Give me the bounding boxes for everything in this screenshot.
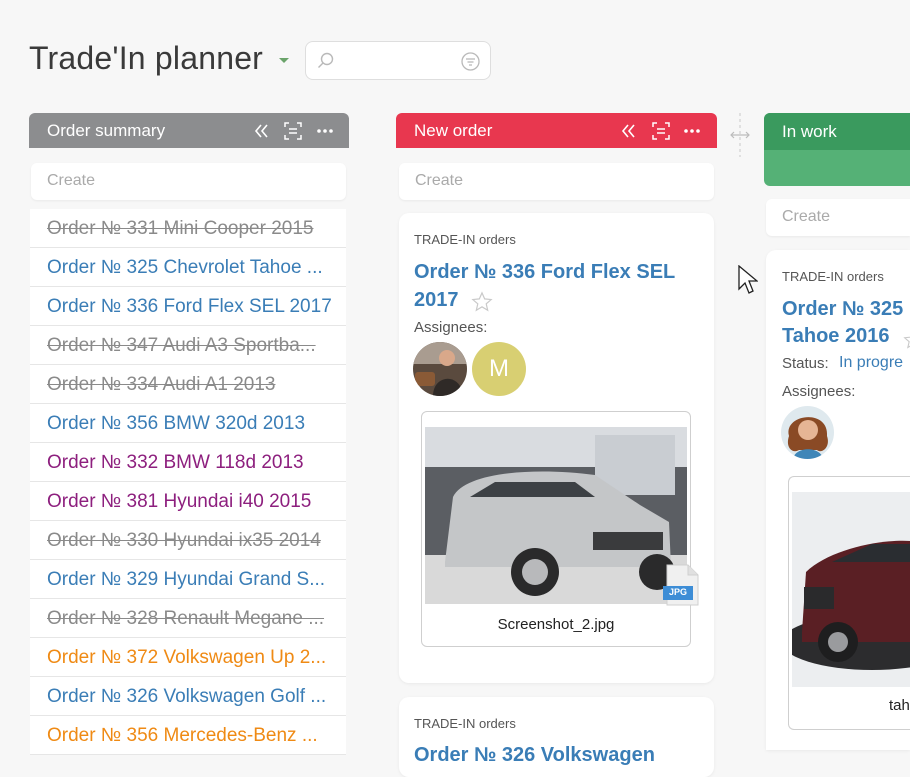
card-title-line-2[interactable]: 2017 <box>414 286 459 314</box>
column-header-new-order[interactable]: New order <box>396 113 717 148</box>
avatar-initial[interactable]: M <box>472 342 526 396</box>
attachment-filename[interactable]: Screenshot_2.jpg <box>422 616 690 633</box>
list-item[interactable]: Order № 372 Volkswagen Up 2... <box>30 638 346 677</box>
create-placeholder: Create <box>47 172 96 189</box>
list-item[interactable]: Order № 347 Audi A3 Sportba... <box>30 326 346 365</box>
order-summary-list: Order № 331 Mini Cooper 2015 Order № 325… <box>30 209 346 755</box>
file-type-badge: JPG <box>668 587 687 597</box>
card-category: TRADE-IN orders <box>782 269 884 284</box>
list-item[interactable]: Order № 332 BMW 118d 2013 <box>30 443 346 482</box>
collapse-column-icon[interactable] <box>253 122 271 140</box>
list-item[interactable]: Order № 330 Hyundai ix35 2014 <box>30 521 346 560</box>
more-options-icon[interactable] <box>316 122 334 140</box>
card-category: TRADE-IN orders <box>414 232 516 247</box>
more-options-icon[interactable] <box>683 122 701 140</box>
assignees-label: Assignees: <box>414 319 488 336</box>
column-title: Order summary <box>47 121 166 140</box>
order-card[interactable]: TRADE-IN orders Order № 326 Volkswagen <box>399 697 714 777</box>
jpg-file-icon <box>663 564 699 606</box>
page-title: Trade'In planner <box>29 40 264 76</box>
card-title[interactable]: Order № 325 <box>782 295 903 323</box>
create-input-in-work[interactable]: Create <box>766 199 910 236</box>
attachment-thumbnail[interactable]: JPG Screenshot_2.jpg <box>421 411 699 647</box>
list-item[interactable]: Order № 325 Chevrolet Tahoe ... <box>30 248 346 287</box>
assignees-label: Assignees: <box>782 383 856 400</box>
column-settings-icon[interactable] <box>284 122 302 140</box>
create-placeholder: Create <box>782 208 831 225</box>
column-settings-icon[interactable] <box>652 122 670 140</box>
card-category: TRADE-IN orders <box>414 716 516 731</box>
column-title: New order <box>414 121 493 140</box>
create-input-order-summary[interactable]: Create <box>31 163 346 200</box>
list-item[interactable]: Order № 381 Hyundai i40 2015 <box>30 482 346 521</box>
collapse-column-icon[interactable] <box>620 122 638 140</box>
avatar[interactable] <box>781 406 834 459</box>
list-item[interactable]: Order № 329 Hyundai Grand S... <box>30 560 346 599</box>
create-input-new-order[interactable]: Create <box>399 163 714 200</box>
order-card[interactable]: TRADE-IN orders Order № 325 Tahoe 2016 S… <box>766 250 910 750</box>
status-value[interactable]: In progre <box>839 354 903 372</box>
title-dropdown-caret-icon[interactable] <box>279 58 289 63</box>
car-photo <box>425 427 687 604</box>
create-placeholder: Create <box>415 172 464 189</box>
filter-icon[interactable] <box>461 52 480 71</box>
card-title[interactable]: Order № 336 Ford Flex SEL <box>414 258 675 286</box>
car-photo <box>792 492 910 687</box>
list-item[interactable]: Order № 336 Ford Flex SEL 2017 <box>30 287 346 326</box>
status-label: Status: <box>782 355 829 372</box>
column-title: In work <box>782 122 837 141</box>
search-input[interactable] <box>305 41 491 80</box>
search-icon <box>318 52 334 68</box>
list-item[interactable]: Order № 356 Mercedes-Benz ... <box>30 716 346 755</box>
list-item[interactable]: Order № 334 Audi A1 2013 <box>30 365 346 404</box>
list-item[interactable]: Order № 356 BMW 320d 2013 <box>30 404 346 443</box>
attachment-thumbnail[interactable]: tah <box>788 476 910 730</box>
star-icon[interactable] <box>471 291 493 313</box>
column-header-in-work[interactable]: In work <box>764 113 910 186</box>
list-item[interactable]: Order № 328 Renault Megane ... <box>30 599 346 638</box>
card-title-line-2[interactable]: Tahoe 2016 <box>782 322 889 350</box>
column-resize-handle-icon[interactable] <box>729 113 751 157</box>
avatar-letter: M <box>489 355 509 382</box>
card-title[interactable]: Order № 326 Volkswagen <box>414 741 655 769</box>
attachment-filename[interactable]: tah <box>889 697 910 714</box>
mouse-cursor-icon <box>738 265 758 294</box>
order-card[interactable]: TRADE-IN orders Order № 336 Ford Flex SE… <box>399 213 714 683</box>
star-icon[interactable] <box>903 330 910 350</box>
list-item[interactable]: Order № 331 Mini Cooper 2015 <box>30 209 346 248</box>
column-header-order-summary[interactable]: Order summary <box>29 113 349 148</box>
list-item[interactable]: Order № 326 Volkswagen Golf ... <box>30 677 346 716</box>
avatar[interactable] <box>413 342 467 396</box>
